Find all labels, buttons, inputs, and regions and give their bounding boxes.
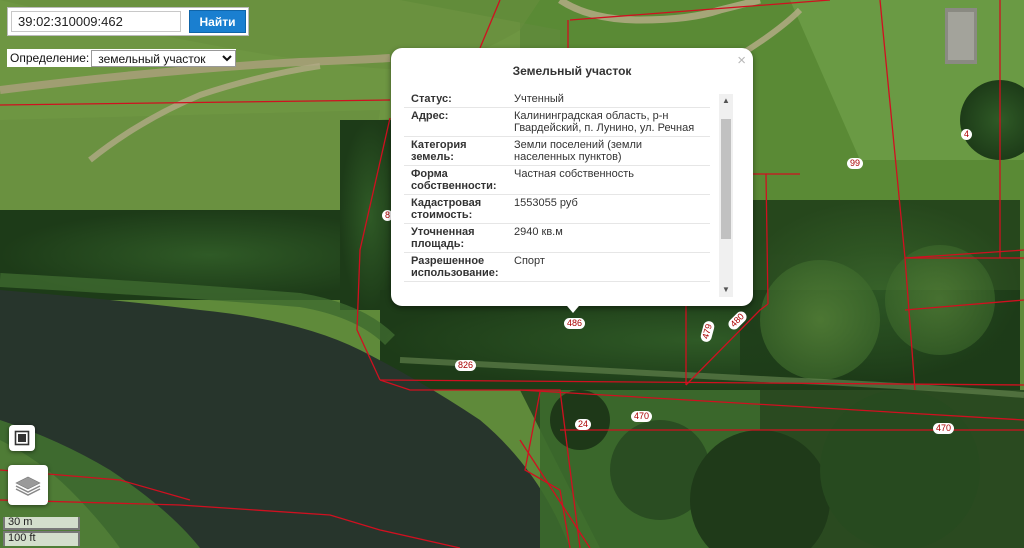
attribute-value: 2940 кв.м	[507, 223, 710, 253]
attribute-row: Кадастровая стоимость: 1553055 руб	[404, 194, 710, 224]
attribute-key: Форма собственности:	[404, 165, 507, 195]
attribute-key: Уточненная площадь:	[404, 223, 507, 253]
parcel-label: 4	[961, 129, 973, 140]
layers-icon	[15, 476, 41, 496]
attribute-value: Учтенный	[507, 91, 710, 108]
parcel-label: 99	[847, 158, 864, 169]
map-frame-icon	[14, 430, 30, 446]
attributes-table: Статус: Учтенный Адрес: Калининградская обл…	[404, 91, 710, 282]
scroll-down-icon[interactable]: ▼	[719, 283, 733, 297]
attribute-key: Разрешенное использование:	[404, 252, 507, 282]
definition-label: Определение:	[10, 51, 90, 65]
attribute-row: Уточненная площадь: 2940 кв.м	[404, 223, 710, 253]
popup-pointer	[562, 300, 584, 313]
scroll-thumb[interactable]	[721, 119, 731, 239]
attribute-key: Статус:	[404, 91, 507, 108]
parcel-label: 486	[564, 318, 586, 329]
definition-select[interactable]: земельный участок	[91, 49, 237, 67]
attribute-value: Частная собственность	[507, 165, 710, 195]
find-button[interactable]: Найти	[189, 10, 246, 33]
attribute-key: Категория земель:	[404, 136, 507, 166]
attribute-key: Адрес:	[404, 107, 507, 137]
attribute-value: Калининградская область, р-н Гвардейский…	[507, 107, 710, 137]
parcel-info-popup: × Земельный участок Статус: Учтенный Адрес…	[391, 48, 753, 306]
attribute-row: Адрес: Калининградская область, р-н Гвард…	[404, 107, 710, 137]
popup-title: Земельный участок	[512, 64, 632, 78]
popup-scrollbar[interactable]: ▲ ▼	[719, 94, 733, 297]
map-frame-button[interactable]	[9, 425, 35, 451]
attribute-row: Разрешенное использование: Спорт	[404, 252, 710, 282]
parcel-label: 826	[455, 360, 477, 371]
layers-button[interactable]	[8, 465, 48, 505]
parcel-label: 470	[933, 423, 955, 434]
attribute-value: Земли поселений (земли населенных пункто…	[507, 136, 710, 166]
parcel-label: 24	[575, 419, 592, 430]
attribute-row: Форма собственности: Частная собственност…	[404, 165, 710, 195]
attribute-row: Статус: Учтенный	[404, 91, 710, 108]
scale-imperial: 100 ft	[3, 531, 80, 546]
cadastral-number-input[interactable]	[11, 11, 181, 32]
scale-metric: 30 m	[3, 517, 80, 530]
scroll-up-icon[interactable]: ▲	[719, 94, 733, 108]
definition-row: Определение: земельный участок	[7, 49, 237, 67]
attribute-value: 1553055 руб	[507, 194, 710, 224]
attribute-value: Спорт	[507, 252, 710, 282]
attribute-row: Категория земель: Земли поселений (земли …	[404, 136, 710, 166]
parcel-label: 470	[631, 411, 653, 422]
popup-table-scroll-area[interactable]: Статус: Учтенный Адрес: Калининградская обл…	[404, 91, 710, 297]
search-panel: Найти	[7, 7, 249, 36]
attribute-key: Кадастровая стоимость:	[404, 194, 507, 224]
